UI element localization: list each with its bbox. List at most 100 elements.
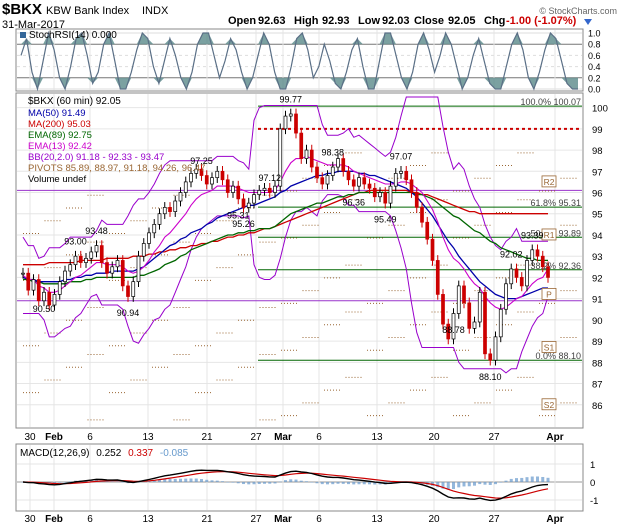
x-tick-label: 13 [142,432,154,443]
price-candle [157,213,162,225]
price-candle [351,179,356,187]
macd-histogram-bar [467,482,471,487]
macd-histogram-bar [326,482,329,485]
price-candle [288,113,293,117]
ticker-name: KBW Bank Index [46,5,130,17]
price-tick-label: 89 [592,337,603,348]
price-candle [257,190,262,195]
pivot-label: S1 [544,342,555,352]
price-candle [472,321,477,329]
macd-histogram-bar [289,479,293,482]
price-candle [399,170,403,174]
price-candle [304,149,309,159]
macd-histogram-bar [194,478,198,482]
price-candle [441,294,445,325]
price-candle [498,308,503,338]
stochrsi-label: StochRSI(14) 0.000 [29,30,117,41]
price-candle [362,177,367,185]
macd-tick-label: 1 [590,460,595,471]
macd-histogram-bar [58,482,62,483]
price-candle [425,221,430,240]
x-tick-label: Mar [274,432,292,443]
price-candle [89,251,94,259]
price-candle [147,232,151,244]
x-tick-label-bottom: 27 [488,514,500,525]
x-tick-label: 21 [201,432,213,443]
stoch-tick-label: 0.8 [588,40,601,50]
x-tick-label-bottom: 6 [87,514,93,525]
price-annotation: 95.49 [374,215,397,225]
pivot-label: R2 [544,177,555,187]
price-candle [63,270,67,283]
macd-signal-value: 0.337 [128,448,153,459]
legend-ma200: MA(200) 95.03 [28,119,91,130]
macd-tick-label: -1 [590,496,598,507]
high-value: 92.93 [322,15,350,27]
price-candle [73,255,78,266]
price-tick-label: 92 [592,273,603,284]
macd-histogram-bar [184,478,188,482]
price-candle [393,173,398,187]
price-candle [294,113,298,134]
price-candle [330,166,335,176]
macd-histogram-bar [268,482,272,484]
price-candle [120,260,125,287]
macd-histogram-bar [362,482,366,485]
price-candle [215,170,220,179]
macd-histogram-bar [263,482,266,484]
price-candle [283,115,288,130]
x-tick-label-bottom: 20 [428,514,440,525]
price-candle [84,257,88,263]
watermark: © StockCharts.com [539,6,617,16]
macd-histogram-bar [168,478,172,482]
x-tick-label: 27 [250,432,262,443]
macd-histogram-bar [205,479,209,482]
macd-histogram-bar [257,482,261,485]
price-annotation: 97.12 [258,173,281,183]
x-tick-label-bottom: 6 [316,514,322,525]
close-value: 92.05 [448,15,476,27]
ticker-exchange: INDX [142,5,169,17]
macd-histogram-bar [352,482,356,485]
price-candle [378,192,382,198]
pivot-label: R1 [544,230,555,240]
price-candle [488,353,493,361]
price-annotation: 93.00 [64,237,87,247]
macd-histogram-bar [515,478,518,482]
x-tick-label-bottom: 13 [371,514,383,525]
macd-hist-value: -0.085 [160,448,189,459]
macd-histogram-bar [294,479,298,482]
price-candle [367,183,372,189]
price-annotation: 93.39 [521,230,544,240]
legend-ma50: MA(50) 91.49 [28,108,86,119]
stoch-tick-label: 0.0 [588,85,601,95]
price-candle [514,268,519,278]
price-candle [383,192,388,204]
price-candle [36,279,41,302]
price-candle [346,170,351,181]
close-label: Close [414,15,444,27]
macd-histogram-bar [200,479,203,482]
price-candle [519,277,524,287]
macd-histogram-bar [247,482,251,485]
price-candle [388,185,393,204]
price-candle [105,262,109,274]
price-tick-label: 90 [592,316,603,327]
macd-histogram-bar [473,482,476,486]
price-candle [126,285,130,297]
price-candle [136,255,141,283]
price-tick-label: 94 [592,231,603,242]
price-candle [178,192,183,202]
macd-histogram-bar [504,480,508,482]
macd-histogram-bar [347,482,350,485]
price-candle [509,268,514,285]
macd-histogram-bar [520,477,524,482]
price-candle [94,245,99,253]
price-candle [493,336,498,361]
macd-histogram-bar [305,481,308,482]
pivot-label: P [546,289,552,299]
price-tick-label: 95 [592,210,603,221]
macd-histogram-bar [252,482,256,485]
low-label: Low [358,15,380,27]
price-annotation: 93.48 [85,226,108,236]
